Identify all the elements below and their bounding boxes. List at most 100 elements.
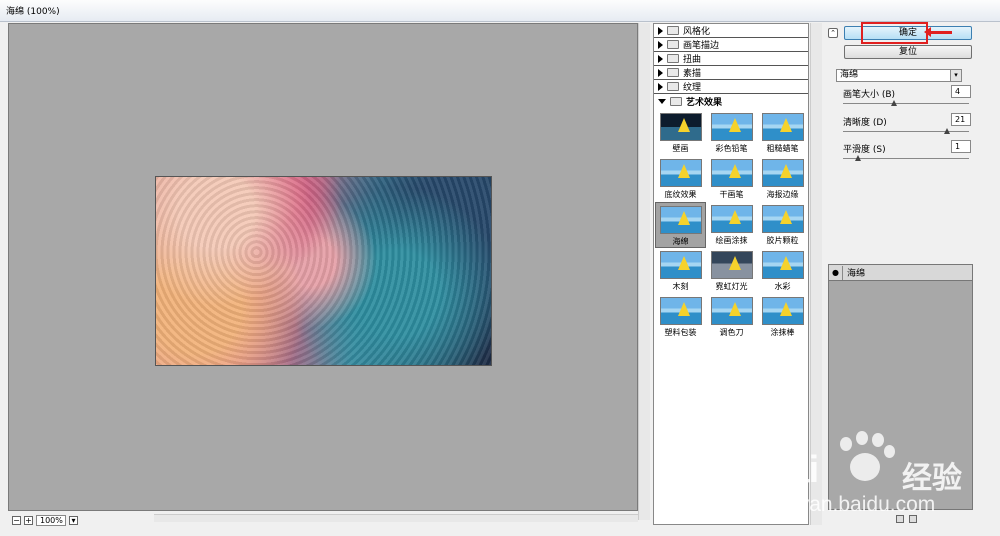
filter-thumb[interactable]: 彩色铅笔 [706, 110, 757, 156]
category-label: 纹理 [683, 83, 702, 93]
filter-label: 粗糙蜡笔 [766, 144, 799, 153]
filter-label: 底纹效果 [664, 190, 697, 199]
filter-preview-image [710, 297, 753, 325]
folder-icon [667, 26, 679, 35]
collapse-gallery-button[interactable]: ⌃ [828, 28, 838, 38]
folder-icon [670, 96, 682, 106]
param-value-input[interactable]: 21 [951, 113, 971, 126]
filter-preview-image [710, 159, 753, 187]
param-value-input[interactable]: 4 [951, 85, 971, 98]
category-row[interactable]: 风格化 [654, 24, 808, 38]
category-label: 扭曲 [683, 55, 702, 65]
expand-triangle-icon [658, 54, 663, 63]
new-layer-icon[interactable] [896, 515, 904, 523]
param-slider-track[interactable] [843, 131, 969, 132]
param-slider-track[interactable] [843, 103, 969, 104]
layer-tools [896, 515, 917, 523]
category-row[interactable]: 纹理 [654, 80, 808, 94]
zoom-in-button[interactable]: + [24, 515, 33, 525]
reset-button[interactable]: 复位 [844, 45, 972, 59]
category-label: 艺术效果 [686, 97, 723, 108]
category-row[interactable]: 素描 [654, 66, 808, 80]
filter-preview-image [761, 205, 804, 233]
param-control: 平滑度 (S) 1 [843, 140, 971, 161]
filter-label: 绘画涂抹 [715, 236, 748, 245]
filter-thumb[interactable]: 绘画涂抹 [706, 202, 757, 248]
category-label: 素描 [683, 69, 702, 79]
preview-vertical-scrollbar[interactable] [638, 23, 650, 520]
folder-icon [667, 68, 679, 77]
filter-thumb[interactable]: 涂抹棒 [757, 294, 808, 340]
chevron-down-icon: ▾ [950, 70, 961, 81]
filter-thumb[interactable]: 霓虹灯光 [706, 248, 757, 294]
filter-label: 海报边缘 [766, 190, 799, 199]
filter-preview-image [761, 159, 804, 187]
filter-label: 涂抹棒 [770, 328, 795, 337]
window-title: 海绵 (100%) [0, 0, 1000, 22]
filter-thumb[interactable]: 粗糙蜡笔 [757, 110, 808, 156]
filter-preview-image [659, 251, 702, 279]
filter-thumb[interactable]: 木刻 [655, 248, 706, 294]
filter-thumb[interactable]: 水彩 [757, 248, 808, 294]
expand-triangle-icon [658, 68, 663, 77]
filter-label: 调色刀 [719, 328, 744, 337]
filter-preview-image [659, 113, 702, 141]
param-slider-knob[interactable] [891, 100, 897, 106]
folder-icon [667, 54, 679, 63]
param-value-input[interactable]: 1 [951, 140, 971, 153]
effect-layers-panel: ● 海绵 [828, 264, 973, 510]
highlight-annotation [861, 22, 928, 44]
zoom-level-field[interactable]: 100% [36, 514, 66, 526]
filter-thumb[interactable]: 调色刀 [706, 294, 757, 340]
expand-triangle-icon [658, 98, 666, 104]
filter-thumb[interactable]: 干画笔 [706, 156, 757, 202]
param-slider-track[interactable] [843, 158, 969, 159]
delete-layer-icon[interactable] [909, 515, 917, 523]
filter-label: 壁画 [672, 144, 689, 153]
param-slider-knob[interactable] [944, 128, 950, 134]
filter-preview-image [710, 113, 753, 141]
visibility-eye-icon[interactable]: ● [829, 265, 843, 280]
filter-thumb[interactable]: 壁画 [655, 110, 706, 156]
filter-thumb[interactable]: 海报边缘 [757, 156, 808, 202]
param-control: 清晰度 (D) 21 [843, 113, 971, 134]
filter-preview-image [659, 206, 702, 234]
category-row[interactable]: 画笔描边 [654, 38, 808, 52]
filter-preview-image [761, 113, 804, 141]
filter-select-value: 海绵 [840, 70, 859, 80]
folder-icon [667, 40, 679, 49]
filter-label: 水彩 [774, 282, 791, 291]
filter-preview-image [761, 251, 804, 279]
filter-preview-image [659, 297, 702, 325]
category-row[interactable]: 扭曲 [654, 52, 808, 66]
filter-thumbnails: 壁画 彩色铅笔 粗糙蜡笔底纹效果 干画笔 海报边缘海绵 绘画涂抹 胶片颗粒木刻 霓虹灯光 水彩塑… [654, 108, 808, 340]
preview-area[interactable] [8, 23, 638, 511]
preview-horizontal-scrollbar[interactable] [154, 514, 638, 522]
filter-thumb[interactable]: 塑料包装 [655, 294, 706, 340]
effect-layer-row[interactable]: ● 海绵 [829, 265, 972, 281]
filter-gallery: 风格化画笔描边扭曲素描纹理 艺术效果 壁画 彩色铅笔 粗糙蜡笔底纹效果 干画笔 海报边缘… [653, 23, 809, 525]
param-slider-knob[interactable] [855, 155, 861, 161]
folder-icon [667, 82, 679, 91]
category-artistic[interactable]: 艺术效果 [654, 94, 808, 108]
category-label: 画笔描边 [683, 41, 720, 51]
filter-label: 海绵 [672, 237, 689, 246]
zoom-out-button[interactable]: − [12, 515, 21, 525]
zoom-dropdown-icon[interactable]: ▾ [69, 515, 78, 525]
gallery-vertical-scrollbar[interactable] [810, 23, 822, 525]
filter-select[interactable]: 海绵 ▾ [836, 69, 962, 82]
filter-preview-image [710, 205, 753, 233]
expand-triangle-icon [658, 40, 663, 49]
filter-label: 彩色铅笔 [715, 144, 748, 153]
filter-label: 胶片颗粒 [766, 236, 799, 245]
zoom-controls: − + 100% ▾ [12, 514, 78, 526]
preview-image [155, 176, 492, 366]
filter-thumb[interactable]: 胶片颗粒 [757, 202, 808, 248]
expand-triangle-icon [658, 26, 663, 35]
effect-layer-name: 海绵 [847, 269, 866, 279]
filter-thumb[interactable]: 底纹效果 [655, 156, 706, 202]
filter-label: 塑料包装 [664, 328, 697, 337]
expand-triangle-icon [658, 82, 663, 91]
filter-preview-image [659, 159, 702, 187]
filter-thumb[interactable]: 海绵 [655, 202, 706, 248]
